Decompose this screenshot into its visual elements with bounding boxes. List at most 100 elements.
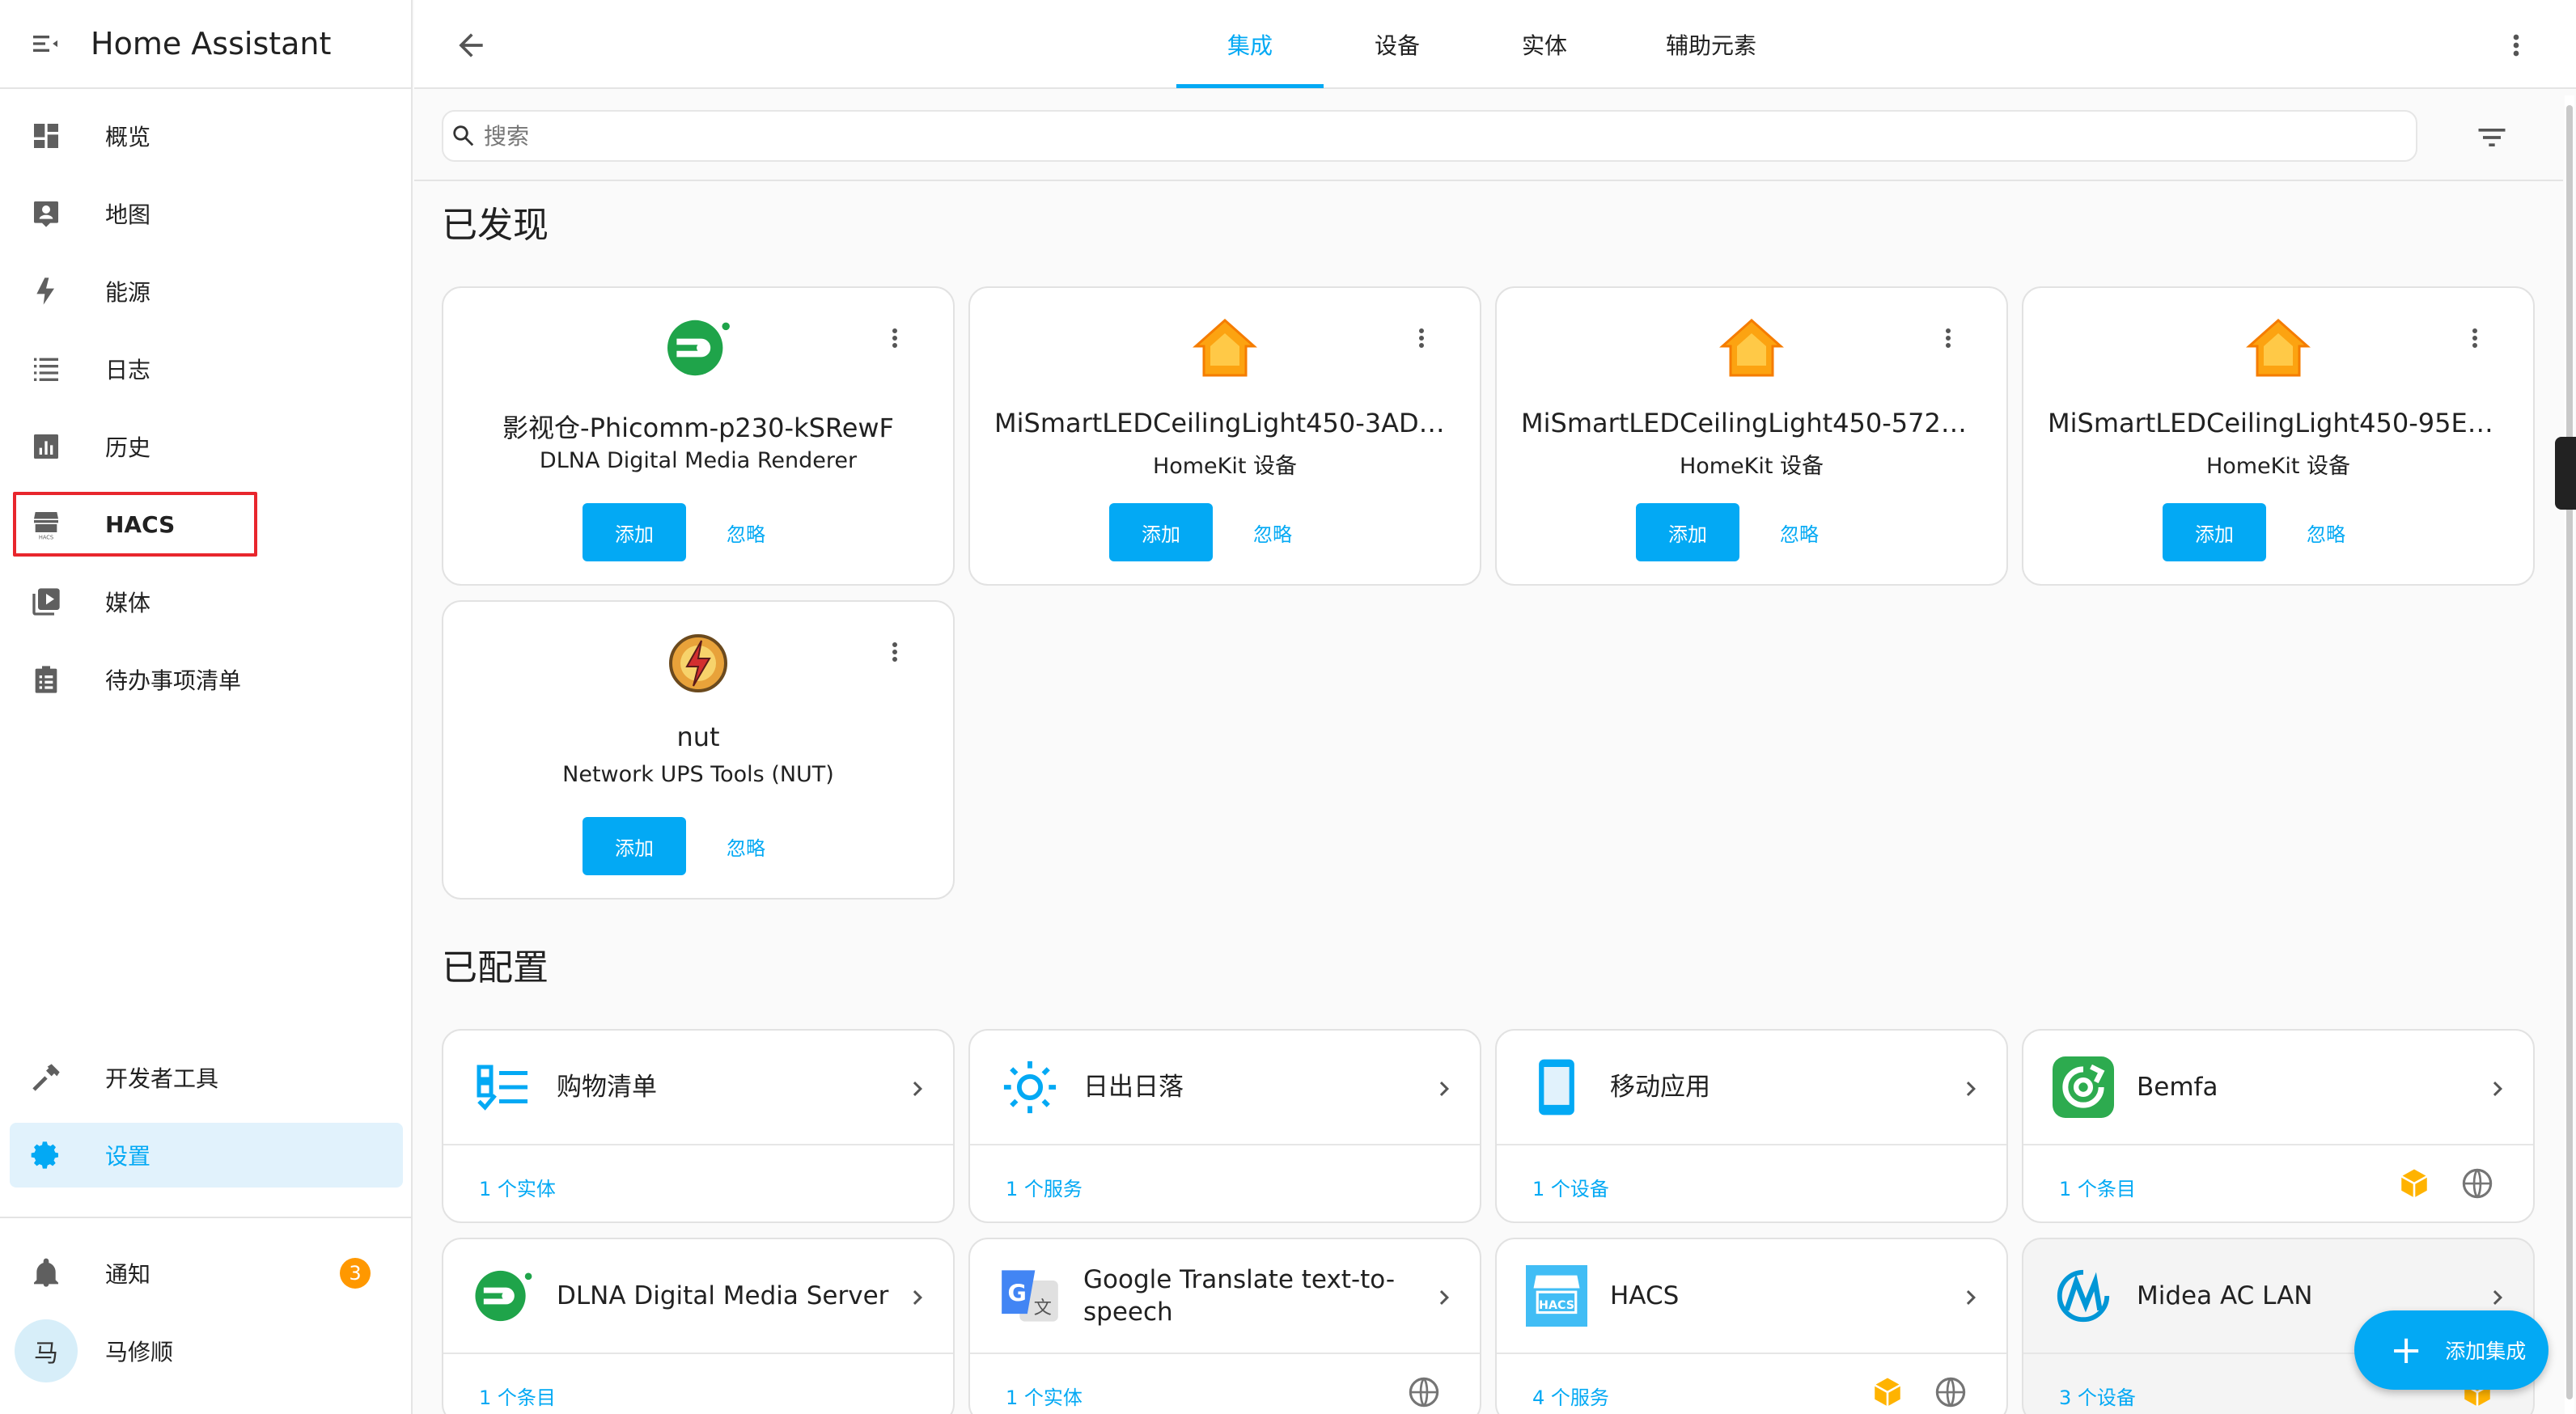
- integration-card-header: HACS HACS: [1497, 1239, 2006, 1354]
- search-divider: [414, 180, 2563, 181]
- integration-footer-link[interactable]: 1 个设备: [1532, 1173, 1609, 1201]
- integration-footer-link[interactable]: 1 个条目: [2059, 1173, 2136, 1201]
- discovered-card: 影视仓-Phicomm-p230-kSRewF DLNA Digital Med…: [442, 286, 955, 586]
- sidebar-item-developer-tools[interactable]: 开发者工具: [10, 1045, 403, 1110]
- add-button[interactable]: 添加: [1636, 503, 1739, 561]
- chevron-right-icon: [1430, 1074, 1459, 1107]
- hacs-icon: HACS: [1526, 1265, 1587, 1327]
- integration-card-header: 移动应用: [1497, 1031, 2006, 1145]
- tab-integrations[interactable]: 集成: [1176, 0, 1324, 89]
- mobile-app-icon: [1526, 1056, 1587, 1118]
- chevron-right-icon: [1956, 1074, 1985, 1107]
- sidebar-item-energy[interactable]: 能源: [10, 259, 403, 324]
- more-vert-icon[interactable]: [2500, 29, 2532, 65]
- sidebar-item-map[interactable]: 地图: [10, 181, 403, 246]
- add-button[interactable]: 添加: [583, 817, 686, 875]
- add-integration-button[interactable]: + 添加集成: [2354, 1310, 2548, 1390]
- sidebar-item-logbook[interactable]: 日志: [10, 337, 403, 401]
- edge-handle[interactable]: [2555, 437, 2576, 510]
- discovered-card: MiSmartLEDCeilingLight450-3AD1 (Li... Ho…: [968, 286, 1481, 586]
- add-button[interactable]: 添加: [1109, 503, 1213, 561]
- tab-helpers[interactable]: 辅助元素: [1618, 0, 1804, 89]
- chevron-right-icon: [903, 1283, 932, 1315]
- integration-footer-link[interactable]: 1 个实体: [479, 1173, 556, 1201]
- dashboard-icon: [10, 120, 83, 152]
- sidebar-item-label: 媒体: [105, 590, 151, 616]
- custom-integration-icon: [1871, 1375, 1904, 1412]
- integration-footer-link[interactable]: 1 个服务: [1006, 1173, 1083, 1201]
- cloud-globe-icon: [1407, 1375, 1441, 1412]
- active-tab-indicator: [1176, 84, 1324, 88]
- sidebar-item-notifications[interactable]: 通知 3: [10, 1241, 403, 1306]
- add-button[interactable]: 添加: [2163, 503, 2266, 561]
- integration-card[interactable]: G文 Google Translate text-to-speech 1 个实体: [968, 1238, 1481, 1414]
- svg-text:HACS: HACS: [1539, 1299, 1574, 1312]
- ignore-button[interactable]: 忽略: [697, 503, 794, 561]
- discovered-subtitle: HomeKit 设备: [2205, 454, 2351, 479]
- ignore-button[interactable]: 忽略: [1224, 503, 1321, 561]
- history-icon: [10, 430, 83, 463]
- dlna-icon: [472, 1265, 534, 1327]
- discovered-name: nut: [676, 722, 720, 752]
- sidebar: Home Assistant 概览 地图 能源 日志 历史 HACS HACS: [0, 0, 413, 1414]
- google-translate-icon: G文: [999, 1265, 1061, 1327]
- svg-text:文: 文: [1034, 1298, 1052, 1319]
- svg-text:G: G: [1007, 1280, 1026, 1306]
- sidebar-item-label: 概览: [105, 124, 151, 150]
- nut-icon: [443, 631, 953, 696]
- sidebar-item-todo[interactable]: 待办事项清单: [10, 647, 403, 712]
- avatar: 马: [15, 1319, 78, 1382]
- menu-collapse-icon[interactable]: [0, 28, 91, 60]
- dlna-icon: [443, 317, 953, 379]
- integration-footer-link[interactable]: 1 个实体: [1006, 1382, 1083, 1410]
- chevron-right-icon: [1956, 1283, 1985, 1315]
- integration-name: Midea AC LAN: [2137, 1281, 2313, 1310]
- ignore-button[interactable]: 忽略: [2277, 503, 2375, 561]
- integration-card[interactable]: 移动应用 1 个设备: [1495, 1029, 2008, 1223]
- sidebar-item-media[interactable]: 媒体: [10, 569, 403, 634]
- avatar-wrap: 马: [10, 1319, 83, 1382]
- sidebar-item-user[interactable]: 马 马修顺: [10, 1319, 403, 1383]
- logbook-icon: [10, 353, 83, 385]
- app: Home Assistant 概览 地图 能源 日志 历史 HACS HACS: [0, 0, 2576, 1414]
- sidebar-item-label: 开发者工具: [105, 1065, 219, 1092]
- integration-footer-link[interactable]: 1 个条目: [479, 1382, 556, 1410]
- shopping-list-icon: [472, 1056, 534, 1118]
- discovered-subtitle: HomeKit 设备: [1679, 454, 1824, 479]
- integration-card-header: DLNA Digital Media Server: [443, 1239, 953, 1354]
- sidebar-item-overview[interactable]: 概览: [10, 104, 403, 168]
- sidebar-item-label: 日志: [105, 357, 151, 383]
- integration-name: 移动应用: [1610, 1073, 1710, 1102]
- sidebar-item-label: 能源: [105, 279, 151, 306]
- discovered-title: 已发现: [442, 205, 549, 246]
- sun-icon: [999, 1056, 1061, 1118]
- search-input[interactable]: [484, 122, 2345, 150]
- discovered-card: MiSmartLEDCeilingLight450-95E2 (Lig... H…: [2022, 286, 2535, 586]
- integration-card[interactable]: 购物清单 1 个实体: [442, 1029, 955, 1223]
- sidebar-item-settings[interactable]: 设置: [10, 1123, 403, 1188]
- discovered-name: 影视仓-Phicomm-p230-kSRewF: [502, 413, 894, 443]
- integration-card[interactable]: HACS HACS 4 个服务: [1495, 1238, 2008, 1414]
- add-button[interactable]: 添加: [583, 503, 686, 561]
- sidebar-divider: [0, 1217, 411, 1218]
- chevron-right-icon: [903, 1074, 932, 1107]
- tab-entities[interactable]: 实体: [1471, 0, 1618, 89]
- integration-card[interactable]: DLNA Digital Media Server 1 个条目: [442, 1238, 955, 1414]
- tab-devices[interactable]: 设备: [1324, 0, 1471, 89]
- app-title: Home Assistant: [91, 26, 332, 61]
- filter-icon[interactable]: [2474, 120, 2510, 159]
- integration-card[interactable]: Bemfa 1 个条目: [2022, 1029, 2535, 1223]
- bemfa-icon: [2053, 1056, 2114, 1118]
- discovered-subtitle: DLNA Digital Media Renderer: [539, 448, 858, 473]
- ignore-button[interactable]: 忽略: [1751, 503, 1848, 561]
- sidebar-item-history[interactable]: 历史: [10, 414, 403, 479]
- ignore-button[interactable]: 忽略: [697, 817, 794, 875]
- map-icon: [10, 197, 83, 230]
- back-arrow-icon[interactable]: [453, 28, 489, 66]
- scrollbar-thumb[interactable]: [2566, 105, 2573, 1399]
- integration-footer-link[interactable]: 4 个服务: [1532, 1382, 1609, 1410]
- integration-footer-link[interactable]: 3 个设备: [2059, 1382, 2136, 1410]
- integration-card[interactable]: 日出日落 1 个服务: [968, 1029, 1481, 1223]
- discovered-name: MiSmartLEDCeilingLight450-3AD1 (Li...: [994, 408, 1455, 438]
- discovered-subtitle: HomeKit 设备: [1152, 454, 1298, 479]
